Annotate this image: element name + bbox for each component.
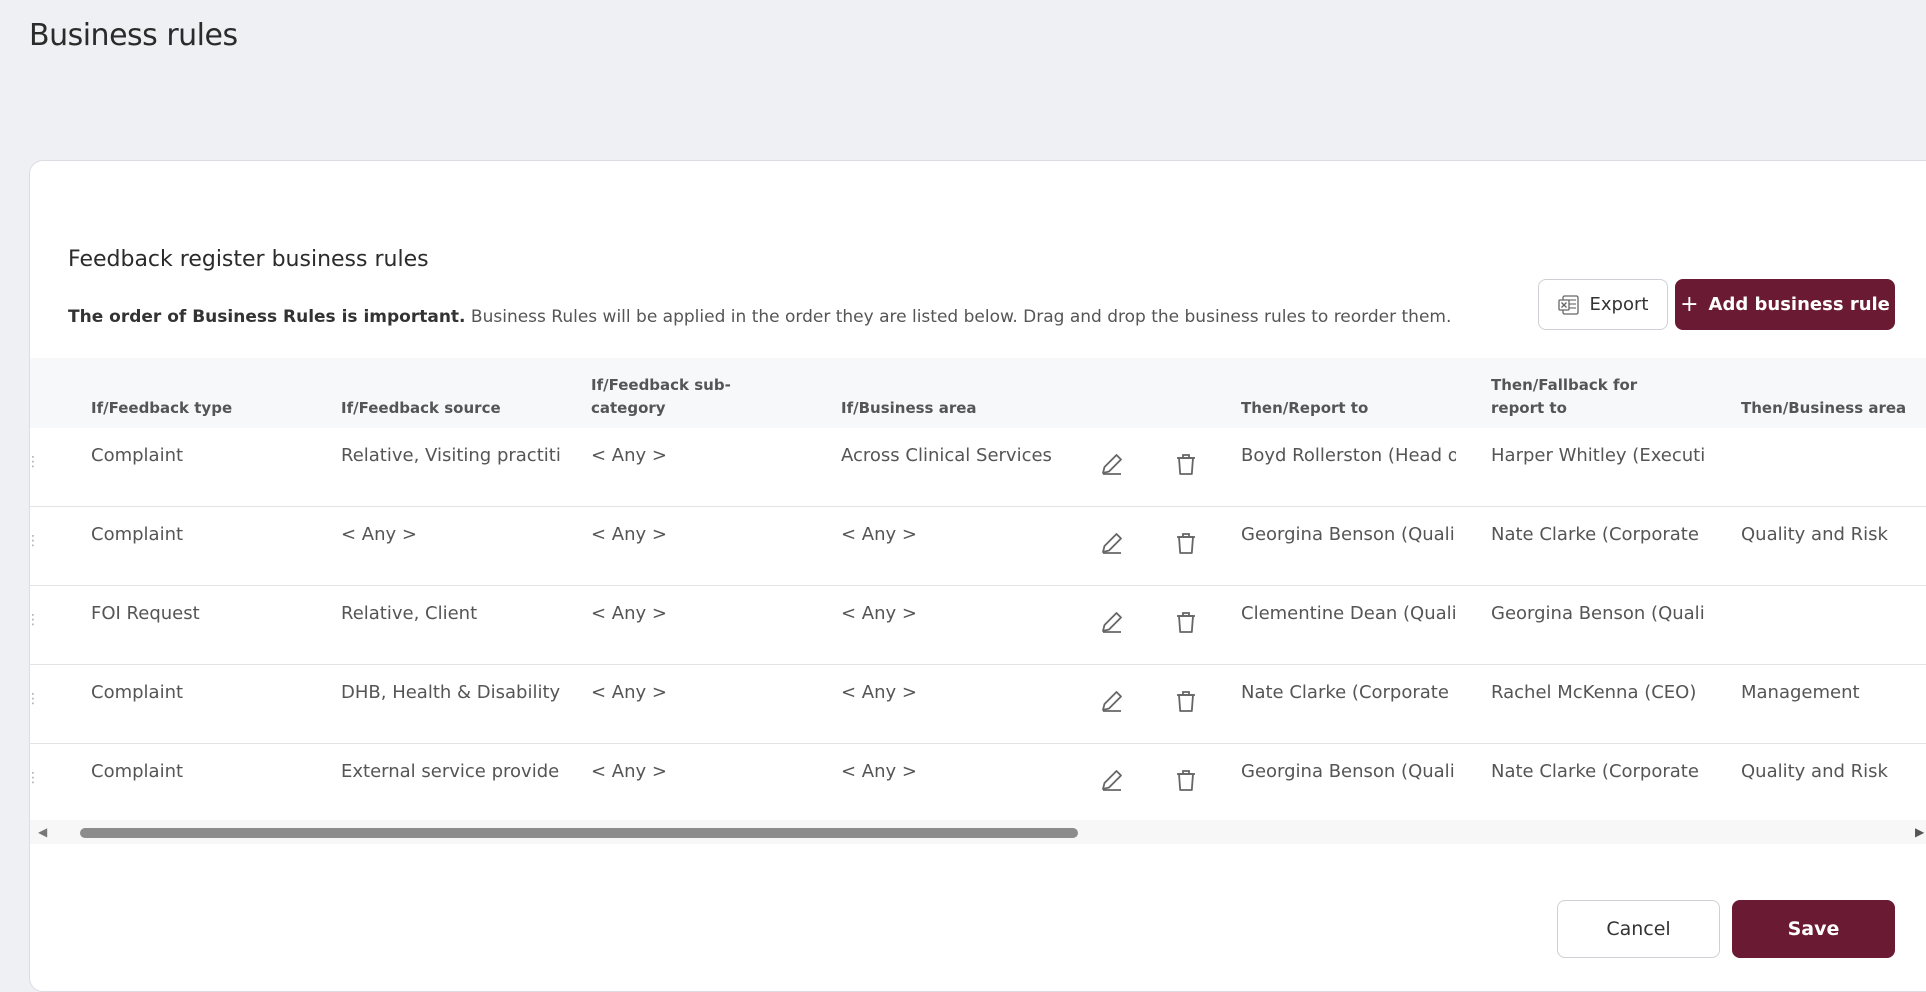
add-business-rule-label: Add business rule bbox=[1708, 294, 1890, 315]
cell-fallback: Harper Whitley (Executiv... bbox=[1491, 445, 1706, 466]
header-report-to[interactable]: Then/Report to bbox=[1241, 397, 1368, 420]
cell-then-business-area: Quality and Risk bbox=[1741, 761, 1888, 782]
excel-icon bbox=[1557, 294, 1580, 316]
cell-feedback-source: DHB, Health & Disability,... bbox=[341, 682, 561, 703]
drag-handle-icon[interactable]: ⋮ bbox=[30, 454, 40, 470]
cell-feedback-type: Complaint bbox=[91, 524, 184, 545]
cell-then-business-area: Quality and Risk bbox=[1741, 524, 1888, 545]
cell-business-area: Across Clinical Services bbox=[841, 445, 1051, 466]
cell-fallback: Nate Clarke (Corporate ... bbox=[1491, 761, 1706, 782]
cell-sub-category: < Any > bbox=[591, 682, 667, 703]
drag-handle-icon[interactable]: ⋮ bbox=[30, 533, 40, 549]
cell-feedback-source: External service provide... bbox=[341, 761, 561, 782]
cell-feedback-source: < Any > bbox=[341, 524, 417, 545]
scroll-left-arrow-icon[interactable]: ◀ bbox=[38, 825, 47, 839]
business-rules-card: Feedback register business rules The ord… bbox=[29, 160, 1926, 992]
pencil-icon[interactable] bbox=[1090, 679, 1134, 723]
table-row[interactable]: ⋮ Complaint External service provide... < A… bbox=[30, 744, 1926, 823]
cell-fallback: Georgina Benson (Quali... bbox=[1491, 603, 1706, 624]
table-row[interactable]: ⋮ Complaint DHB, Health & Disability,... < … bbox=[30, 665, 1926, 744]
intro-bold: The order of Business Rules is important… bbox=[68, 307, 466, 327]
header-business-area[interactable]: If/Business area bbox=[841, 397, 977, 420]
header-then-business-area[interactable]: Then/Business area bbox=[1741, 397, 1906, 420]
table-header: If/Feedback type If/Feedback source If/F… bbox=[30, 358, 1926, 429]
export-label: Export bbox=[1589, 294, 1649, 315]
cell-feedback-type: FOI Request bbox=[91, 603, 200, 624]
header-feedback-type[interactable]: If/Feedback type bbox=[91, 397, 232, 420]
cell-report-to: Georgina Benson (Quali... bbox=[1241, 524, 1456, 545]
cell-business-area: < Any > bbox=[841, 682, 917, 703]
drag-handle-icon[interactable]: ⋮ bbox=[30, 612, 40, 628]
intro-text: The order of Business Rules is important… bbox=[68, 307, 1451, 327]
section-title: Feedback register business rules bbox=[68, 247, 429, 272]
page-title: Business rules bbox=[29, 18, 238, 53]
cell-business-area: < Any > bbox=[841, 761, 917, 782]
table-row[interactable]: ⋮ Complaint Relative, Visiting practiti...… bbox=[30, 428, 1926, 507]
cell-business-area: < Any > bbox=[841, 603, 917, 624]
cell-feedback-type: Complaint bbox=[91, 445, 184, 466]
pencil-icon[interactable] bbox=[1090, 521, 1134, 565]
trash-icon[interactable] bbox=[1164, 679, 1208, 723]
cell-sub-category: < Any > bbox=[591, 761, 667, 782]
cell-report-to: Nate Clarke (Corporate ... bbox=[1241, 682, 1456, 703]
cell-feedback-type: Complaint bbox=[91, 761, 184, 782]
header-feedback-source[interactable]: If/Feedback source bbox=[341, 397, 501, 420]
intro-rest: Business Rules will be applied in the or… bbox=[470, 307, 1452, 327]
header-fallback-line2: report to bbox=[1491, 399, 1567, 417]
cell-feedback-source: Relative, Client bbox=[341, 603, 478, 624]
business-rules-table: If/Feedback type If/Feedback source If/F… bbox=[30, 358, 1926, 844]
save-button[interactable]: Save bbox=[1732, 900, 1895, 958]
header-sub-category-line2: category bbox=[591, 399, 666, 417]
drag-handle-icon[interactable]: ⋮ bbox=[30, 691, 40, 707]
cell-report-to: Georgina Benson (Quali... bbox=[1241, 761, 1456, 782]
header-sub-category-line1: If/Feedback sub- bbox=[591, 376, 731, 394]
trash-icon[interactable] bbox=[1164, 521, 1208, 565]
cell-then-business-area: Management bbox=[1741, 682, 1860, 703]
table-row[interactable]: ⋮ FOI Request Relative, Client < Any > < Any… bbox=[30, 586, 1926, 665]
plus-icon: + bbox=[1680, 291, 1699, 317]
cell-sub-category: < Any > bbox=[591, 524, 667, 545]
trash-icon[interactable] bbox=[1164, 442, 1208, 486]
drag-handle-icon[interactable]: ⋮ bbox=[30, 770, 40, 786]
export-button[interactable]: Export bbox=[1538, 279, 1668, 330]
header-fallback-report-to[interactable]: Then/Fallback for report to bbox=[1491, 374, 1637, 420]
cell-feedback-source: Relative, Visiting practiti... bbox=[341, 445, 561, 466]
pencil-icon[interactable] bbox=[1090, 758, 1134, 802]
cell-sub-category: < Any > bbox=[591, 603, 667, 624]
pencil-icon[interactable] bbox=[1090, 442, 1134, 486]
scroll-right-arrow-icon[interactable]: ▶ bbox=[1915, 825, 1924, 839]
trash-icon[interactable] bbox=[1164, 758, 1208, 802]
cell-report-to: Clementine Dean (Quali... bbox=[1241, 603, 1456, 624]
cell-fallback: Nate Clarke (Corporate ... bbox=[1491, 524, 1706, 545]
cancel-button[interactable]: Cancel bbox=[1557, 900, 1720, 958]
header-fallback-line1: Then/Fallback for bbox=[1491, 376, 1638, 394]
cell-report-to: Boyd Rollerston (Head o... bbox=[1241, 445, 1456, 466]
add-business-rule-button[interactable]: + Add business rule bbox=[1675, 279, 1895, 330]
horizontal-scrollbar[interactable]: ◀ ▶ bbox=[30, 820, 1926, 844]
cell-feedback-type: Complaint bbox=[91, 682, 184, 703]
cell-fallback: Rachel McKenna (CEO) bbox=[1491, 682, 1697, 703]
table-row[interactable]: ⋮ Complaint < Any > < Any > < Any > Georgina … bbox=[30, 507, 1926, 586]
pencil-icon[interactable] bbox=[1090, 600, 1134, 644]
scrollbar-thumb[interactable] bbox=[80, 828, 1078, 838]
cell-sub-category: < Any > bbox=[591, 445, 667, 466]
cell-business-area: < Any > bbox=[841, 524, 917, 545]
header-feedback-sub-category[interactable]: If/Feedback sub- category bbox=[591, 374, 731, 420]
trash-icon[interactable] bbox=[1164, 600, 1208, 644]
